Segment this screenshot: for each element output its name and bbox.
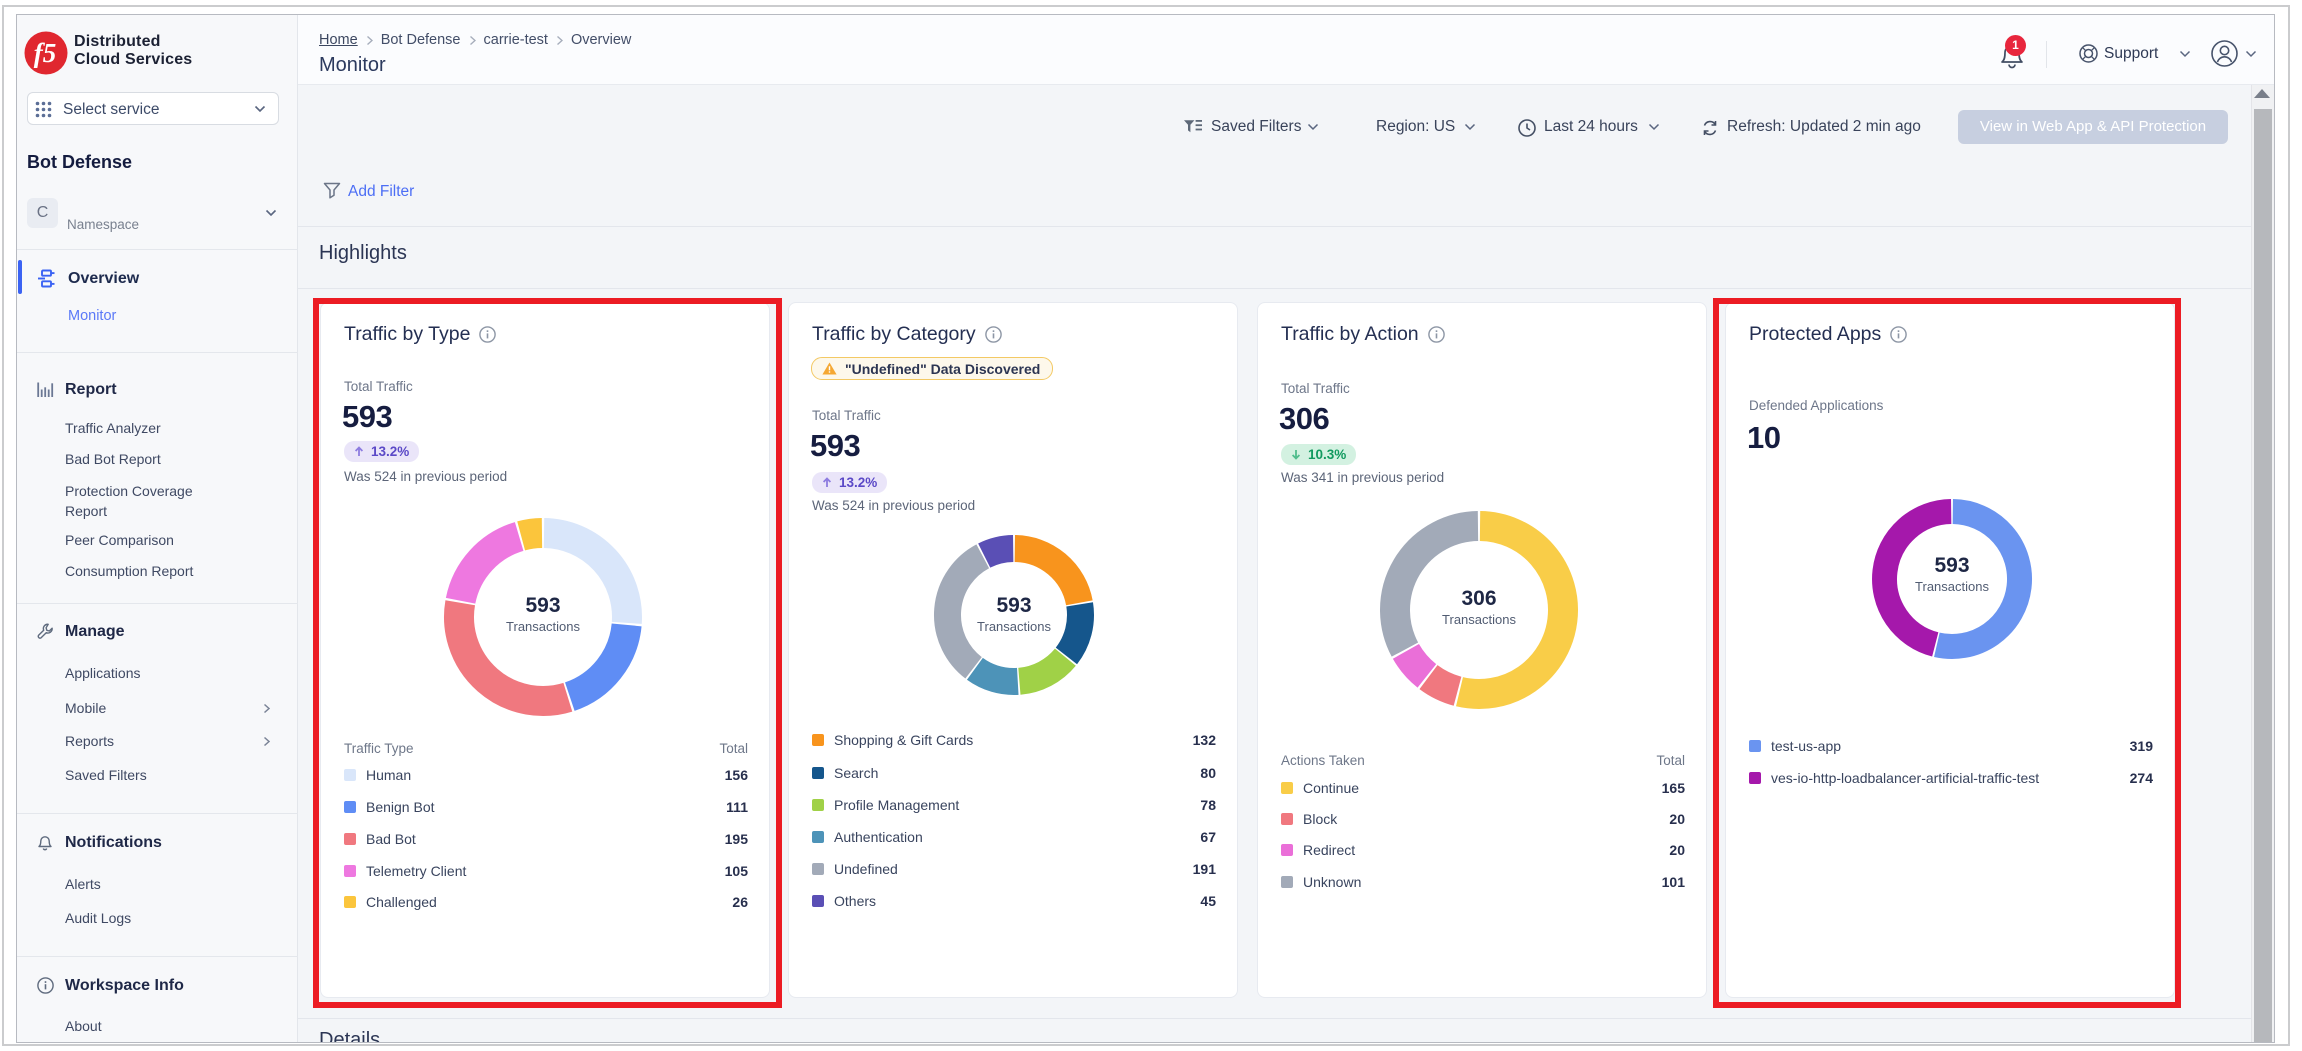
svg-text:f5: f5: [34, 38, 57, 68]
